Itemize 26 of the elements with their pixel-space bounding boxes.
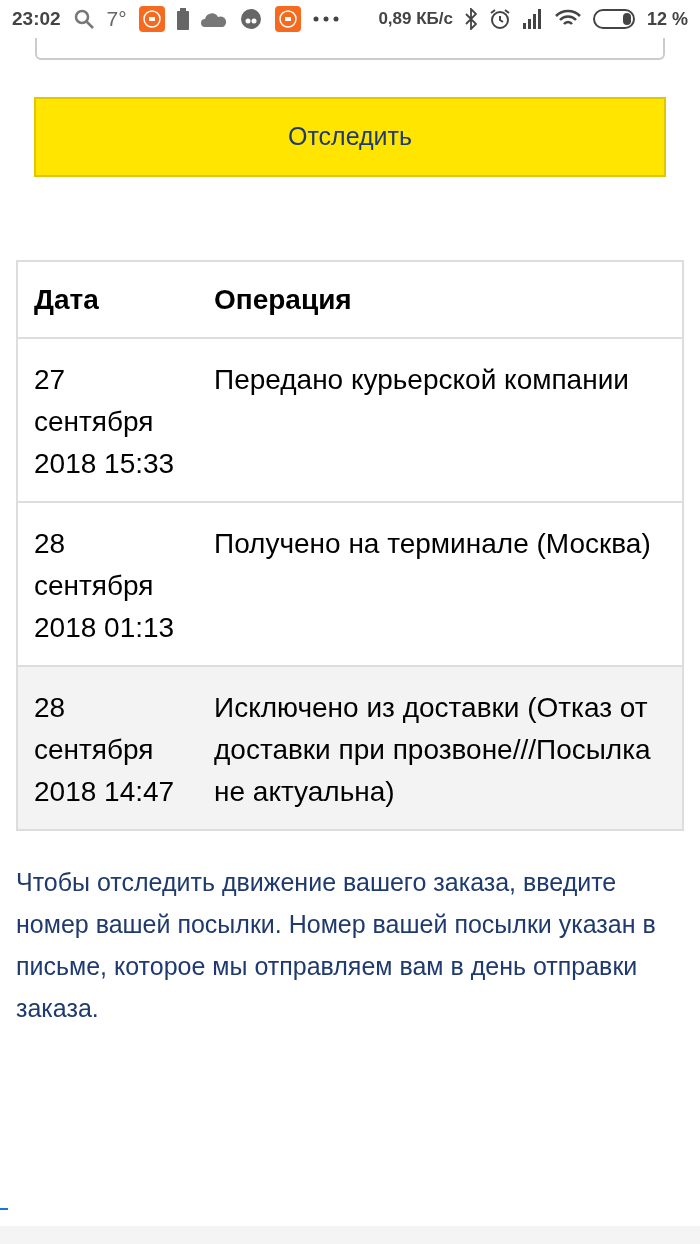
cloud-icon <box>200 11 227 27</box>
hint-text: Чтобы отследить движение вашего заказа, введите номер вашей посылки. Номер вашей посылки указан в письме, которое мы отправляем вам в день отправки заказа. <box>16 867 657 1024</box>
date-cell-text: 27 сентября 2018 15:33 <box>33 363 176 481</box>
battery-icon <box>176 8 189 30</box>
date-cell-text: 28 сентября 2018 14:47 <box>33 691 176 809</box>
operation-cell-text: Исключено из доставки (Отказ от доставки при прозвоне///Посылка не актуальна) <box>214 691 652 809</box>
mascot-icon <box>238 7 263 31</box>
battery-icon <box>592 9 635 29</box>
operation-cell-text: Получено на терминале (Москва) <box>214 527 652 561</box>
battery-percent: 12 % <box>646 7 688 31</box>
more-icon <box>312 16 339 22</box>
app-icon <box>274 6 301 32</box>
temperature: 7° <box>106 6 127 33</box>
network-speed: 0,89 КБ/с <box>378 8 453 31</box>
column-header: Дата <box>33 282 100 317</box>
bluetooth-icon <box>464 8 477 30</box>
clock: 23:02 <box>12 6 61 31</box>
operation-cell-text: Передано курьерской компании <box>214 363 630 397</box>
search-icon <box>72 8 95 30</box>
column-header: Операция <box>214 282 353 317</box>
signal-icon <box>522 9 543 29</box>
app-icon <box>138 6 165 32</box>
alarm-icon <box>488 8 511 30</box>
track-button[interactable]: Отследить <box>34 97 666 177</box>
date-cell-text: 28 сентября 2018 01:13 <box>33 527 176 645</box>
input-field[interactable] <box>35 38 665 60</box>
